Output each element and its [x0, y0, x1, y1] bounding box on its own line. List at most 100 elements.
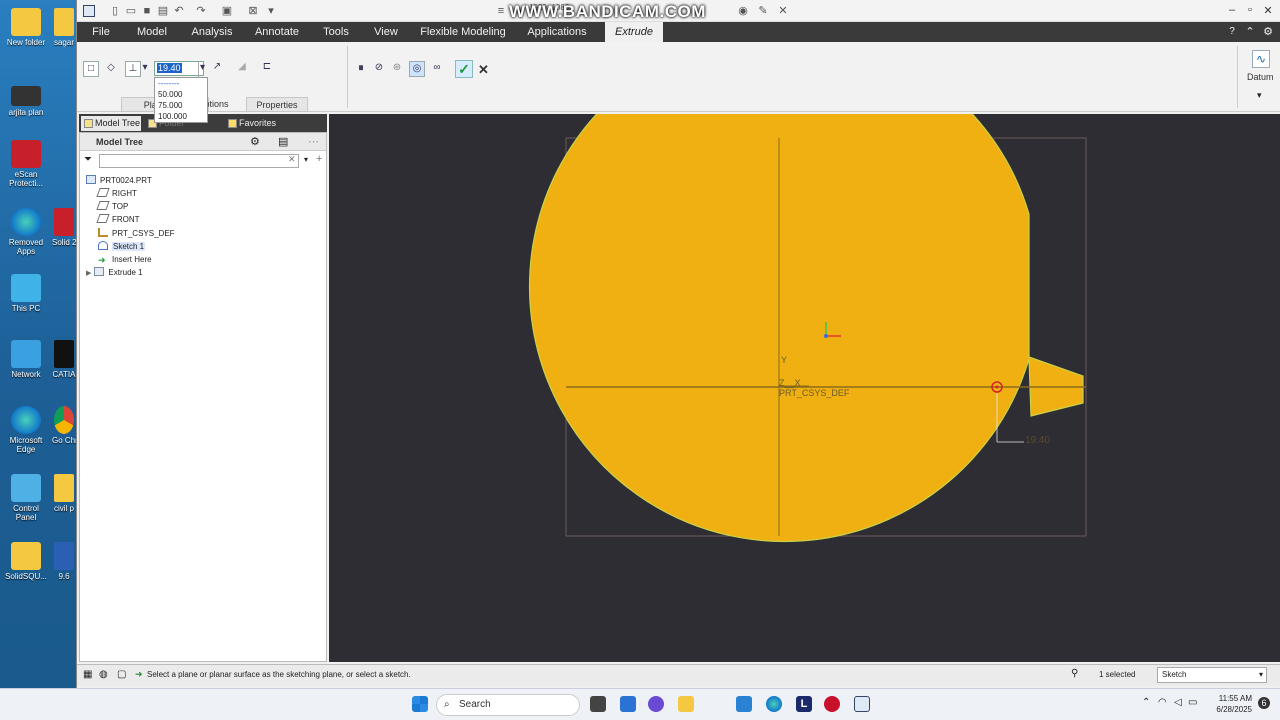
- expand-arrow-icon[interactable]: ▶: [86, 270, 91, 277]
- edge-icon[interactable]: [766, 696, 782, 712]
- recorder-icon[interactable]: [824, 696, 840, 712]
- depth-option-button[interactable]: ⊥: [125, 61, 141, 77]
- redo-icon[interactable]: ↷: [195, 5, 207, 17]
- tab-file[interactable]: File: [83, 22, 119, 42]
- task-view-icon[interactable]: [590, 696, 606, 712]
- datum-icon[interactable]: ∿: [1252, 50, 1270, 68]
- taskbar-clock[interactable]: 11:55 AM 6/28/2025: [1204, 693, 1252, 715]
- tree-settings-icon[interactable]: ⚙: [250, 135, 260, 148]
- tree-item-front[interactable]: FRONT: [96, 214, 140, 226]
- open-file-icon[interactable]: ▭: [125, 5, 137, 17]
- detached-preview-icon[interactable]: ◎: [409, 61, 425, 77]
- tree-options-icon[interactable]: ⋯: [308, 135, 319, 148]
- desktop-icon-microsoft-edge[interactable]: Microsoft Edge: [2, 406, 50, 454]
- save-icon[interactable]: ■: [141, 5, 153, 17]
- chevron-down-icon[interactable]: ▾: [304, 155, 308, 164]
- depth-value-input[interactable]: 19.40: [154, 61, 204, 76]
- depth-option[interactable]: --------: [155, 78, 207, 89]
- tab-model[interactable]: Model: [129, 22, 175, 42]
- tree-item-sketch[interactable]: Sketch 1: [98, 241, 146, 253]
- tree-item-top[interactable]: TOP: [96, 201, 128, 213]
- ok-confirm-button[interactable]: ✓: [455, 60, 473, 78]
- tab-model-tree[interactable]: Model Tree: [81, 116, 141, 131]
- show-menu-icon[interactable]: ▤: [278, 135, 288, 148]
- graphics-window[interactable]: Y Z__X PRT_CSYS_DEF 19.40: [329, 114, 1280, 662]
- notification-badge-icon[interactable]: 6: [1258, 697, 1270, 709]
- windows-icon[interactable]: ▣: [221, 5, 233, 17]
- depth-option[interactable]: 100.000: [155, 111, 207, 122]
- depth-dropdown-arrow[interactable]: ▾: [198, 61, 206, 77]
- tree-item-right[interactable]: RIGHT: [96, 188, 137, 200]
- tree-item-part[interactable]: PRT0024.PRT: [86, 175, 152, 187]
- desktop-icon-civil[interactable]: civil p: [52, 474, 76, 513]
- tree-filter-input[interactable]: [99, 154, 299, 168]
- tab-applications[interactable]: Applications: [521, 22, 593, 42]
- tab-analysis[interactable]: Analysis: [185, 22, 239, 42]
- minimize-icon[interactable]: –: [1225, 4, 1239, 16]
- solid-extrude-button[interactable]: □: [83, 61, 99, 77]
- desktop-icon-this-pc[interactable]: This PC: [2, 274, 50, 313]
- tab-extrude[interactable]: Extrude: [605, 22, 663, 42]
- add-icon[interactable]: +: [316, 153, 322, 165]
- tab-annotate[interactable]: Annotate: [249, 22, 305, 42]
- file-explorer-icon[interactable]: [678, 696, 694, 712]
- teams-icon[interactable]: [648, 696, 664, 712]
- desktop-icon-catia[interactable]: CATIA: [52, 340, 76, 379]
- maximize-icon[interactable]: ▫: [1243, 4, 1257, 16]
- tree-item-csys[interactable]: PRT_CSYS_DEF: [98, 228, 175, 240]
- close-icon[interactable]: ✕: [1261, 4, 1275, 17]
- pause-icon[interactable]: ⏸: [353, 61, 369, 77]
- windows-start-icon[interactable]: [412, 696, 428, 712]
- desktop-icon-chrome[interactable]: Go Chr: [52, 406, 76, 445]
- desktop-icon-solidsqu[interactable]: SolidSQU...: [2, 542, 50, 581]
- l-app-icon[interactable]: L: [796, 696, 812, 712]
- volume-icon[interactable]: ◁: [1174, 697, 1182, 708]
- extruded-body[interactable]: [528, 114, 1084, 543]
- thicken-sketch-icon[interactable]: ⊏: [259, 60, 275, 76]
- tab-tools[interactable]: Tools: [315, 22, 357, 42]
- desktop-icon-arjita-plan[interactable]: arjita plan: [2, 86, 50, 117]
- binoculars-icon[interactable]: ⚲: [1071, 668, 1078, 679]
- tree-item-insert-here[interactable]: ➜ Insert Here: [98, 254, 152, 266]
- desktop-icon-sagar[interactable]: sagar: [52, 8, 76, 47]
- globe-icon[interactable]: ◍: [99, 669, 108, 680]
- tab-view[interactable]: View: [367, 22, 405, 42]
- chevron-down-icon[interactable]: ▾: [1259, 668, 1263, 682]
- mail-icon[interactable]: [736, 696, 752, 712]
- datum-group-label[interactable]: Datum: [1247, 72, 1274, 82]
- chevron-down-icon[interactable]: ▾: [141, 61, 149, 77]
- battery-icon[interactable]: ▭: [1188, 697, 1197, 708]
- clear-filter-icon[interactable]: ✕: [288, 154, 296, 165]
- tab-favorites[interactable]: Favorites: [225, 116, 285, 131]
- desktop-icon-new-folder[interactable]: New folder: [2, 8, 50, 47]
- network-icon[interactable]: ◠: [1158, 697, 1167, 708]
- verify-icon[interactable]: ∞: [429, 61, 445, 77]
- layout-icon[interactable]: ▦: [83, 669, 92, 680]
- customize-toolbar-icon[interactable]: ▾: [265, 5, 277, 17]
- desktop-icon-word[interactable]: 9.6: [52, 542, 76, 581]
- desktop-icon-network[interactable]: Network: [2, 340, 50, 379]
- fullscreen-icon[interactable]: ▢: [117, 669, 126, 680]
- creo-taskbar-icon[interactable]: [854, 696, 870, 712]
- tree-item-extrude[interactable]: ▶ Extrude 1: [86, 267, 143, 279]
- desktop-icon-control-panel[interactable]: Control Panel: [2, 474, 50, 522]
- attached-preview-icon[interactable]: ⊛: [389, 61, 405, 77]
- desktop-icon-escan[interactable]: eScan Protecti...: [2, 140, 50, 188]
- depth-dropdown-list[interactable]: -------- 50.000 75.000 100.000: [154, 77, 208, 123]
- remove-material-icon[interactable]: ◢: [234, 60, 250, 76]
- chevron-down-icon[interactable]: ▾: [1257, 90, 1262, 101]
- help-icon[interactable]: ?: [1225, 22, 1239, 42]
- selection-filter[interactable]: Sketch ▾: [1157, 667, 1267, 683]
- surface-extrude-button[interactable]: ◇: [103, 61, 119, 77]
- close-window-icon[interactable]: ⊠: [247, 5, 259, 17]
- depth-option[interactable]: 50.000: [155, 89, 207, 100]
- depth-option[interactable]: 75.000: [155, 100, 207, 111]
- desktop-icon-solid-2013[interactable]: Solid 2013: [52, 208, 76, 247]
- settings-icon[interactable]: ⚙: [1261, 22, 1275, 42]
- chevron-up-icon[interactable]: ⌃: [1142, 697, 1150, 708]
- no-preview-icon[interactable]: ⊘: [371, 61, 387, 77]
- flip-direction-icon[interactable]: ↗: [209, 60, 225, 76]
- depth-dimension-label[interactable]: 19.40: [1025, 435, 1050, 446]
- cancel-button[interactable]: ✕: [478, 62, 489, 78]
- tab-properties[interactable]: Properties: [246, 97, 308, 112]
